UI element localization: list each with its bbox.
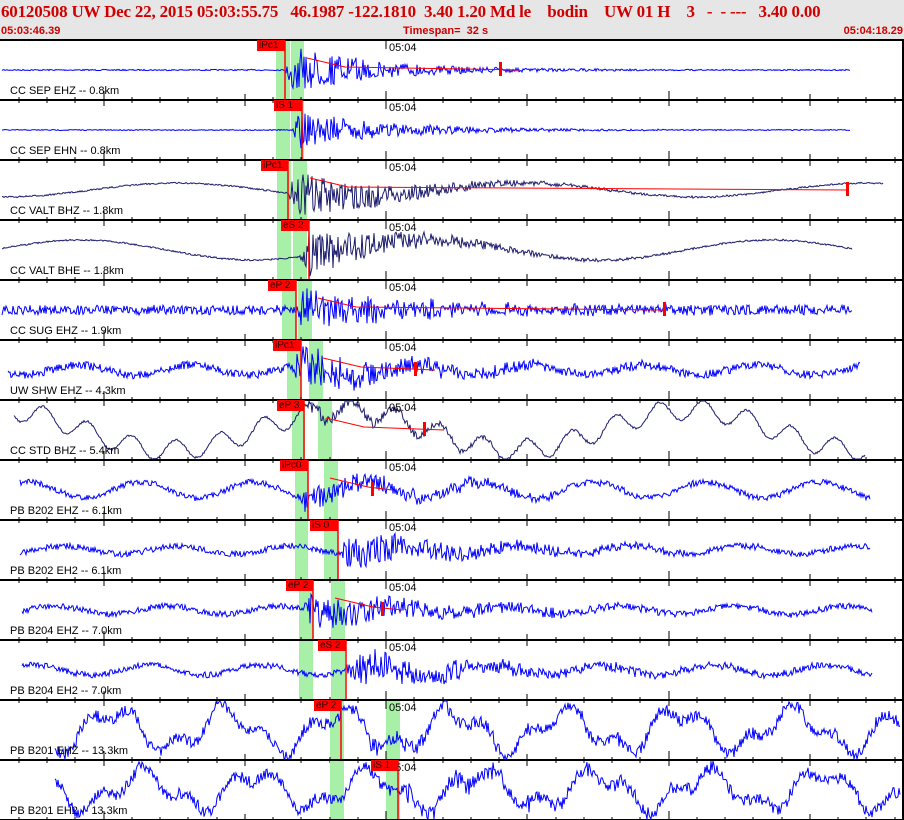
seismic-trace (7, 346, 861, 391)
channel-label: UW SHW EHZ -- 4.3km (10, 385, 126, 397)
coda-marker (414, 362, 417, 376)
minute-label: 05:04 (389, 402, 417, 414)
coda-marker (423, 422, 426, 436)
pick-window (299, 641, 313, 700)
channel-label: PB B204 EHZ -- 7.0km (10, 625, 122, 637)
channel-panel (0, 520, 904, 586)
seismic-trace (1, 230, 853, 277)
channel-panel (0, 40, 904, 106)
seismogram-viewer: 60120508 UW Dec 22, 2015 05:03:55.75 46.… (0, 0, 904, 820)
phase-pick-label[interactable]: iS 1 (274, 100, 302, 111)
channel-panel (0, 460, 904, 526)
channel-label: CC SEP EHN -- 0.8km (10, 145, 121, 157)
channel-label: CC VALT BHE -- 1.8km (10, 265, 124, 277)
channel-label: CC SEP EHZ -- 0.8km (10, 85, 120, 97)
minute-label: 05:04 (389, 222, 417, 234)
minute-label: 05:04 (389, 102, 417, 114)
seismic-trace (54, 699, 901, 761)
seismic-trace (21, 649, 873, 685)
channel-panel (0, 160, 904, 226)
channel-panel (0, 760, 904, 820)
channel-panel (0, 580, 904, 646)
channel-label: PB B202 EH2 -- 6.1km (10, 565, 122, 577)
minute-label: 05:04 (389, 702, 417, 714)
seismic-trace (1, 113, 850, 149)
channel-panel (0, 100, 904, 166)
channel-label: CC SUG EHZ -- 1.9km (10, 325, 122, 337)
minute-label: 05:04 (389, 342, 417, 354)
minute-label: 05:04 (389, 162, 417, 174)
coda-fit-line (325, 417, 445, 431)
coda-marker (381, 602, 384, 616)
channel-label: CC VALT BHZ -- 1.8km (10, 205, 124, 217)
phase-pick-label[interactable]: iPc1 (261, 160, 288, 171)
seismic-trace (19, 531, 871, 569)
channel-label: PB B202 EHZ -- 6.1km (10, 505, 122, 517)
coda-marker (371, 482, 374, 496)
channel-label: PB B201 EHZ -- 13.3km (10, 745, 128, 757)
minute-label: 05:04 (389, 642, 417, 654)
channel-label: CC STD BHZ -- 5.4km (10, 445, 120, 457)
phase-pick-label[interactable]: eP 2 (268, 280, 296, 291)
seismic-trace (21, 592, 873, 628)
phase-pick-label[interactable]: eP 3 (277, 400, 304, 411)
phase-pick-label[interactable]: iPc1 (257, 40, 285, 51)
minute-label: 05:04 (389, 462, 417, 474)
phase-pick-label[interactable]: iPc0 (280, 460, 308, 471)
channel-panel (0, 220, 904, 286)
channel-panel (0, 399, 904, 466)
channel-label: PB B204 EH2 -- 7.0km (10, 685, 122, 697)
minute-label: 05:04 (389, 282, 417, 294)
phase-pick-label[interactable]: iS 0 (310, 520, 338, 531)
minute-label: 05:04 (389, 42, 417, 54)
coda-marker (499, 62, 502, 76)
phase-pick-label[interactable]: eP 2 (286, 580, 313, 591)
seismic-trace (1, 174, 884, 216)
coda-marker (663, 302, 666, 316)
seismic-trace (19, 473, 871, 512)
phase-pick-label[interactable]: eS 2 (318, 640, 346, 651)
minute-label: 05:04 (389, 582, 417, 594)
pick-window (331, 581, 345, 640)
phase-pick-label[interactable]: eS 2 (281, 220, 309, 231)
channel-panel (0, 699, 904, 766)
coda-marker (846, 182, 849, 196)
phase-pick-label[interactable]: iPc1 (273, 340, 301, 351)
phase-pick-label[interactable]: iS 1 (371, 760, 398, 771)
phase-pick-label[interactable]: eP 2 (314, 700, 341, 711)
seismic-trace (54, 760, 901, 820)
pick-window (295, 521, 308, 580)
trace-panels[interactable] (0, 0, 904, 820)
channel-label: PB B201 EH2 -- 13.3km (10, 805, 128, 817)
minute-label: 05:04 (389, 522, 417, 534)
channel-panel (0, 640, 904, 706)
pick-window (330, 761, 344, 820)
coda-fit-line (334, 597, 403, 611)
channel-panel (0, 280, 904, 346)
channel-panel (0, 340, 904, 406)
